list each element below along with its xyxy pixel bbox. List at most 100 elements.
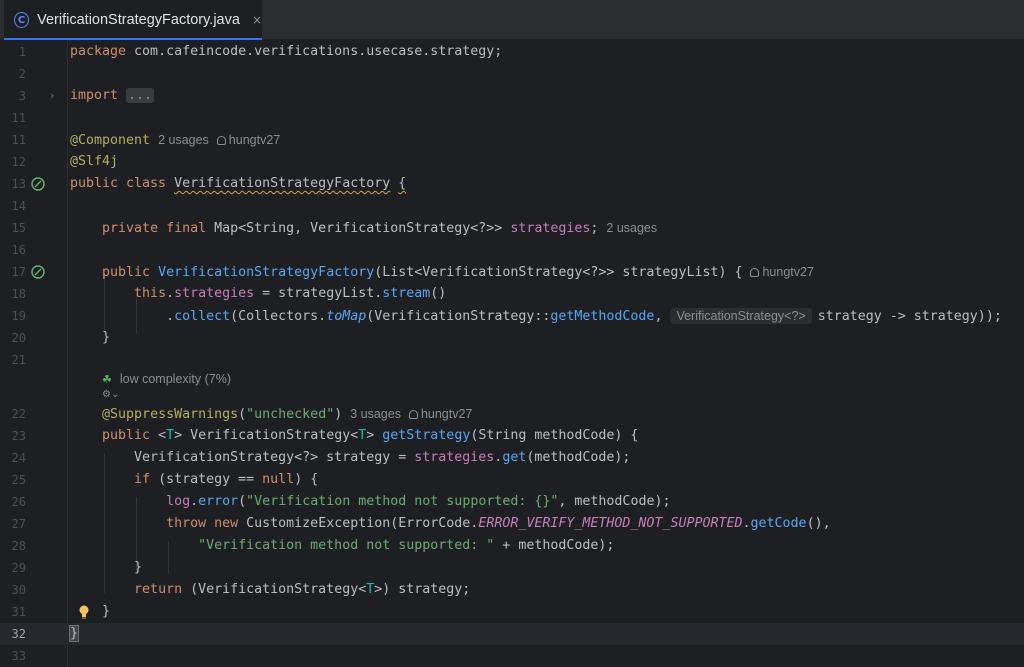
usages-inlay[interactable]: 2 usages [606,221,657,235]
line-number: 24 [11,451,26,465]
code-line[interactable]: 31 } [0,601,1024,623]
line-code: public <T> VerificationStrategy<T> getSt… [102,428,639,443]
code-line[interactable]: 16 [0,239,1024,261]
code-line[interactable]: 14 [0,195,1024,217]
line-code: public class VerificationStrategyFactory… [70,176,407,191]
line-code: .collect(Collectors.toMap(VerificationSt… [70,308,1002,324]
line-code: } [70,604,111,619]
code-line[interactable]: 27 throw new CustomizeException(ErrorCod… [0,513,1024,535]
complexity-label: low complexity (7%) [119,372,232,386]
editor-tab-bar: C VerificationStrategyFactory.java × [0,0,1024,40]
code-line[interactable]: 30 return (VerificationStrategy<T>) stra… [0,579,1024,601]
author-inlay[interactable]: hungtv27 [216,133,281,147]
fold-arrow-icon[interactable]: › [50,85,54,107]
line-number: 15 [11,221,26,235]
line-number: 23 [11,429,26,443]
user-icon [750,268,760,277]
spring-bean-icon[interactable] [30,264,46,280]
code-editor[interactable]: 1 package com.cafeincode.verifications.u… [0,40,1024,667]
line-code: return (VerificationStrategy<T>) strateg… [134,582,471,597]
line-number: 2 [18,67,26,81]
line-number: 26 [11,495,26,509]
usages-inlay[interactable]: 3 usages [350,407,401,421]
author-name: hungtv27 [228,133,281,147]
line-number: 3 [18,89,26,103]
tab-title: VerificationStrategyFactory.java [37,12,240,28]
line-code: private final Map<String, VerificationSt… [102,221,658,236]
line-number: 31 [11,605,26,619]
line-number: 22 [11,407,26,421]
code-line[interactable]: 19 .collect(Collectors.toMap(Verificatio… [0,305,1024,327]
close-icon[interactable]: × [252,13,262,27]
author-inlay[interactable]: hungtv27 [750,265,814,279]
code-line[interactable]: 25 if (strategy == null) { [0,469,1024,491]
code-line[interactable]: 20 } [0,327,1024,349]
file-tab[interactable]: C VerificationStrategyFactory.java × [4,0,262,40]
line-number: 18 [11,287,26,301]
user-icon [216,136,226,145]
class-icon: C [14,12,30,28]
code-line[interactable]: 24 VerificationStrategy<?> strategy = st… [0,447,1024,469]
code-line[interactable]: 1 package com.cafeincode.verifications.u… [0,41,1024,63]
line-number: 21 [11,353,26,367]
gutter-divider [67,40,68,667]
author-name: hungtv27 [762,265,814,279]
line-number: 11 [11,111,26,125]
line-code: } [70,560,143,575]
code-line[interactable]: 22 @SuppressWarnings("unchecked") 3 usage… [0,403,1024,425]
line-code: VerificationStrategy<?> strategy = strat… [70,450,631,465]
line-code: this.strategies = strategyList.stream() [134,286,447,301]
complexity-icon: ☘ [102,374,112,386]
matched-brace: } [68,625,80,642]
spring-bean-icon[interactable] [30,176,46,192]
code-vision-menu-icon[interactable]: ⚙⌄ [102,389,119,400]
code-line[interactable]: 15 private final Map<String, Verificatio… [0,217,1024,239]
line-code: throw new CustomizeException(ErrorCode.E… [166,516,831,531]
line-code: import ... [70,88,155,103]
code-line[interactable]: 18 this.strategies = strategyList.stream… [0,283,1024,305]
line-code: if (strategy == null) { [134,472,319,487]
line-code: @Slf4j [70,154,119,169]
code-line[interactable]: 13 public class VerificationStrategyFact… [0,173,1024,195]
line-code: log.error("Verification method not suppo… [166,494,671,509]
line-code: "Verification method not supported: " + … [198,538,615,553]
code-line[interactable]: 11 [0,107,1024,129]
line-code: @SuppressWarnings("unchecked") 3 usages hu… [102,407,473,422]
current-code-line[interactable]: 32 } [0,623,1024,645]
code-line[interactable]: 11 @Component 2 usages hungtv27 [0,129,1024,151]
line-code: @Component 2 usages hungtv27 [70,133,281,148]
line-number: 28 [11,539,26,553]
complexity-inlay[interactable]: ☘ low complexity (7%) [102,369,231,389]
code-line[interactable]: 29 } [0,557,1024,579]
line-number: 19 [11,309,26,323]
parameter-type-hint[interactable]: VerificationStrategy<?> [670,308,812,324]
line-number: 1 [18,45,26,59]
line-number: 11 [11,133,26,147]
line-number: 20 [11,331,26,345]
code-line[interactable]: 12 @Slf4j [0,151,1024,173]
author-name: hungtv27 [420,407,473,421]
code-line[interactable]: 17 public VerificationStrategyFactory(Li… [0,261,1024,283]
code-line[interactable]: 28 "Verification method not supported: "… [0,535,1024,557]
line-number: 16 [11,243,26,257]
line-code: } [68,623,80,645]
line-number: 32 [11,627,26,641]
line-number: 30 [11,583,26,597]
author-inlay[interactable]: hungtv27 [408,407,473,421]
line-number: 27 [11,517,26,531]
user-icon [408,410,418,419]
line-number: 33 [11,649,26,663]
line-code: public VerificationStrategyFactory(List<… [102,265,814,280]
line-number: 17 [11,265,26,279]
code-line[interactable]: 2 [0,63,1024,85]
line-code: } [70,330,111,345]
code-line[interactable]: 3 › import ... [0,85,1024,107]
code-line[interactable]: 26 log.error("Verification method not su… [0,491,1024,513]
code-line[interactable]: 23 public <T> VerificationStrategy<T> ge… [0,425,1024,447]
usages-inlay[interactable]: 2 usages [158,133,209,147]
code-line[interactable]: 21 [0,349,1024,371]
line-number: 14 [11,199,26,213]
line-number: 25 [11,473,26,487]
code-line[interactable]: 33 [0,645,1024,667]
folded-imports[interactable]: ... [126,88,155,103]
